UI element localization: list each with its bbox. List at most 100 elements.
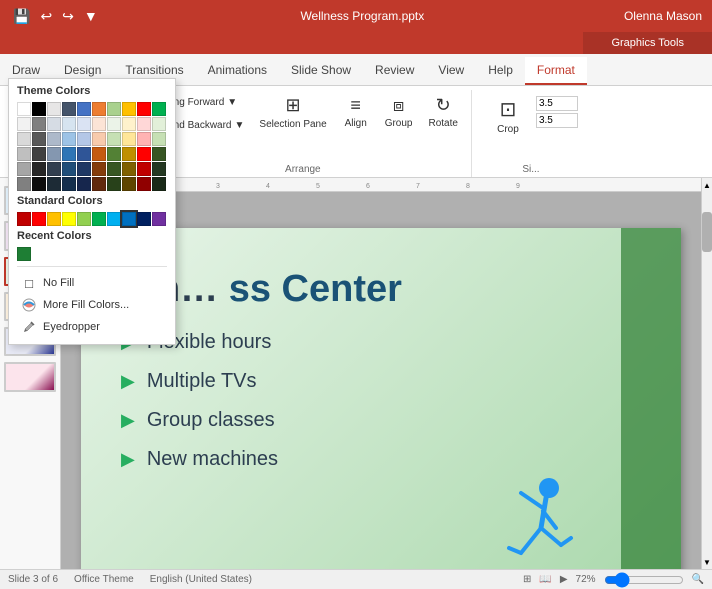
standard-color-swatch[interactable]: [62, 212, 76, 226]
theme-color-swatch[interactable]: [122, 177, 136, 191]
recent-color-swatch[interactable]: [17, 247, 31, 261]
tab-help[interactable]: Help: [476, 57, 525, 85]
theme-color-swatch[interactable]: [77, 102, 91, 116]
vertical-scrollbar[interactable]: ▲ ▼: [701, 178, 712, 569]
customize-icon[interactable]: ▼: [81, 6, 101, 26]
thumbnail-6[interactable]: [4, 362, 56, 391]
theme-color-swatch[interactable]: [92, 147, 106, 161]
theme-color-swatch[interactable]: [152, 132, 166, 146]
theme-color-swatch[interactable]: [137, 132, 151, 146]
no-fill-item[interactable]: □ No Fill: [17, 272, 167, 294]
redo-icon[interactable]: ↪: [59, 6, 77, 27]
theme-color-swatch[interactable]: [107, 132, 121, 146]
theme-color-swatch[interactable]: [47, 147, 61, 161]
theme-color-swatch[interactable]: [92, 132, 106, 146]
eyedropper-item[interactable]: Eyedropper: [17, 316, 167, 338]
zoom-slider[interactable]: [604, 575, 684, 585]
theme-color-swatch[interactable]: [62, 117, 76, 131]
bring-forward-dropdown[interactable]: ▼: [227, 97, 237, 108]
theme-color-swatch[interactable]: [77, 147, 91, 161]
tab-view[interactable]: View: [426, 57, 476, 85]
theme-color-swatch[interactable]: [32, 177, 46, 191]
theme-color-swatch[interactable]: [32, 102, 46, 116]
theme-color-swatch[interactable]: [107, 117, 121, 131]
theme-color-swatch[interactable]: [152, 117, 166, 131]
theme-color-swatch[interactable]: [47, 102, 61, 116]
theme-color-swatch[interactable]: [107, 147, 121, 161]
theme-color-swatch[interactable]: [92, 117, 106, 131]
theme-color-swatch[interactable]: [17, 162, 31, 176]
selection-pane-button[interactable]: ⊞ Selection Pane: [254, 92, 331, 134]
zoom-icon[interactable]: 🔍: [692, 574, 704, 585]
theme-color-swatch[interactable]: [62, 147, 76, 161]
align-button[interactable]: ≡ Align: [338, 92, 374, 132]
theme-color-swatch[interactable]: [152, 177, 166, 191]
theme-color-swatch[interactable]: [62, 132, 76, 146]
theme-color-swatch[interactable]: [137, 117, 151, 131]
standard-color-swatch[interactable]: [47, 212, 61, 226]
theme-color-swatch[interactable]: [62, 102, 76, 116]
theme-color-swatch[interactable]: [32, 117, 46, 131]
standard-color-swatch[interactable]: [77, 212, 91, 226]
view-reading-btn[interactable]: 📖: [539, 574, 551, 585]
theme-color-swatch[interactable]: [32, 132, 46, 146]
save-icon[interactable]: 💾: [10, 6, 33, 27]
scroll-down-button[interactable]: ▼: [702, 555, 712, 569]
undo-icon[interactable]: ↩: [37, 6, 55, 27]
theme-color-swatch[interactable]: [47, 162, 61, 176]
theme-color-swatch[interactable]: [122, 147, 136, 161]
theme-color-swatch[interactable]: [92, 102, 106, 116]
scroll-thumb[interactable]: [702, 212, 712, 252]
standard-color-swatch[interactable]: [17, 212, 31, 226]
theme-color-swatch[interactable]: [137, 102, 151, 116]
theme-color-swatch[interactable]: [122, 162, 136, 176]
crop-button[interactable]: ⊡ Crop: [484, 94, 532, 138]
theme-color-swatch[interactable]: [47, 132, 61, 146]
theme-color-swatch[interactable]: [17, 117, 31, 131]
theme-color-swatch[interactable]: [107, 177, 121, 191]
width-input[interactable]: [536, 113, 578, 128]
theme-color-swatch[interactable]: [47, 117, 61, 131]
theme-color-swatch[interactable]: [107, 102, 121, 116]
more-colors-item[interactable]: More Fill Colors...: [17, 294, 167, 316]
standard-color-swatch[interactable]: [32, 212, 46, 226]
theme-color-swatch[interactable]: [17, 102, 31, 116]
tab-slideshow[interactable]: Slide Show: [279, 57, 363, 85]
theme-color-swatch[interactable]: [62, 162, 76, 176]
theme-color-swatch[interactable]: [107, 162, 121, 176]
send-backward-dropdown[interactable]: ▼: [235, 120, 245, 131]
theme-color-swatch[interactable]: [62, 177, 76, 191]
standard-color-swatch[interactable]: [152, 212, 166, 226]
standard-color-swatch[interactable]: [122, 212, 136, 226]
theme-color-swatch[interactable]: [77, 162, 91, 176]
standard-color-swatch[interactable]: [107, 212, 121, 226]
theme-color-swatch[interactable]: [77, 117, 91, 131]
tab-animations[interactable]: Animations: [196, 57, 279, 85]
theme-color-swatch[interactable]: [77, 132, 91, 146]
theme-color-swatch[interactable]: [152, 162, 166, 176]
tab-review[interactable]: Review: [363, 57, 426, 85]
theme-color-swatch[interactable]: [137, 162, 151, 176]
theme-color-swatch[interactable]: [17, 177, 31, 191]
tab-format[interactable]: Format: [525, 57, 587, 85]
view-slideshow-btn[interactable]: ▶: [560, 574, 568, 585]
height-input[interactable]: [536, 96, 578, 111]
theme-color-swatch[interactable]: [17, 147, 31, 161]
theme-color-swatch[interactable]: [122, 102, 136, 116]
theme-color-swatch[interactable]: [32, 162, 46, 176]
theme-color-swatch[interactable]: [47, 177, 61, 191]
theme-color-swatch[interactable]: [122, 132, 136, 146]
scroll-up-button[interactable]: ▲: [702, 178, 712, 192]
theme-color-swatch[interactable]: [137, 147, 151, 161]
theme-color-swatch[interactable]: [152, 102, 166, 116]
rotate-button[interactable]: ↻ Rotate: [423, 92, 462, 132]
standard-color-swatch[interactable]: [137, 212, 151, 226]
theme-color-swatch[interactable]: [32, 147, 46, 161]
theme-color-swatch[interactable]: [152, 147, 166, 161]
view-normal-btn[interactable]: ⊞: [523, 574, 531, 585]
standard-color-swatch[interactable]: [92, 212, 106, 226]
theme-color-swatch[interactable]: [92, 177, 106, 191]
theme-color-swatch[interactable]: [77, 177, 91, 191]
theme-color-swatch[interactable]: [17, 132, 31, 146]
theme-color-swatch[interactable]: [122, 117, 136, 131]
